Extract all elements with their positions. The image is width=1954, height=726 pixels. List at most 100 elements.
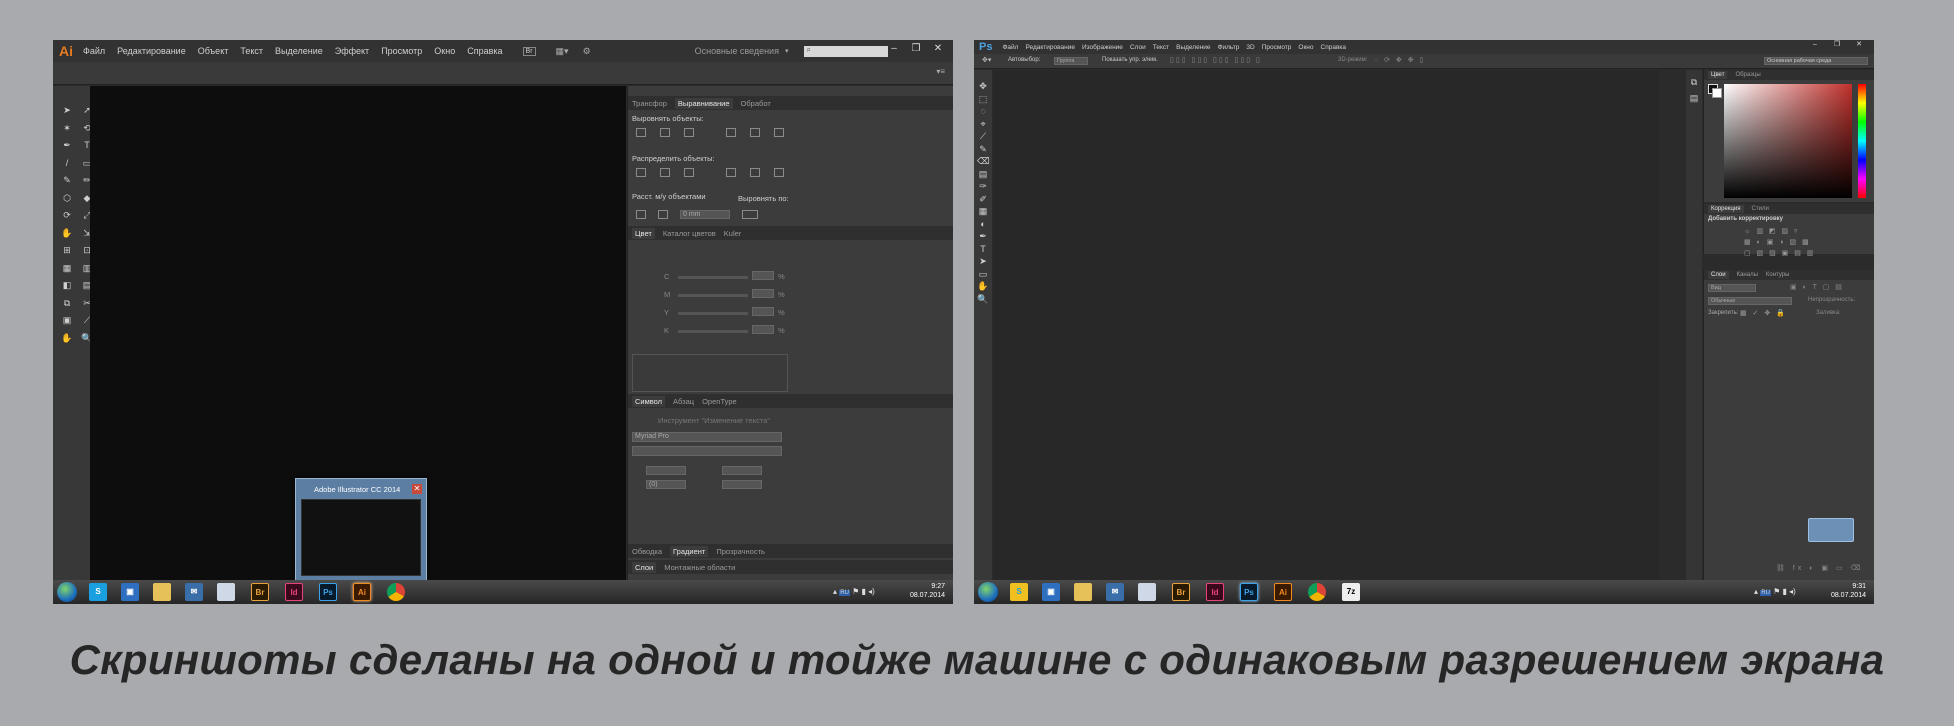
ps-tool-icon[interactable]: ✥ <box>977 80 989 92</box>
tab-paragraph[interactable]: Абзац <box>673 397 694 406</box>
touch-type-tool-label[interactable]: Инструмент "Изменение текста" <box>658 416 770 425</box>
clock[interactable]: 9:27 08.07.2014 <box>910 582 945 600</box>
ai-menu-view[interactable]: Просмотр <box>381 46 422 56</box>
ai-bridge-button[interactable]: Br <box>522 46 536 56</box>
background-color-swatch[interactable] <box>1712 88 1722 98</box>
font-size-field[interactable] <box>646 466 686 475</box>
ai-tool-icon[interactable]: ⟳ <box>61 209 73 221</box>
align-right-icon[interactable] <box>684 128 694 137</box>
properties-icon[interactable]: ▤ <box>1688 92 1700 104</box>
blend-mode-dropdown[interactable]: Обычные <box>1708 297 1792 305</box>
color-spectrum-box[interactable] <box>632 354 788 392</box>
channel-k-field[interactable] <box>752 325 774 334</box>
spacing-value-field[interactable]: 0 mm <box>680 210 730 219</box>
lock-icons[interactable]: ▦ ✓ ✥ 🔒 <box>1740 309 1787 317</box>
tab-transform[interactable]: Трансфор <box>632 99 667 108</box>
ps-tool-icon[interactable]: ⌫ <box>977 155 990 167</box>
tray-icons[interactable]: ▴ RU ⚑ ▮ ◂) <box>1754 587 1796 596</box>
folder-icon[interactable] <box>1074 583 1092 601</box>
font-style-field[interactable] <box>632 446 782 456</box>
windows-start-icon[interactable] <box>57 582 77 602</box>
ps-tool-icon[interactable]: ✐ <box>977 193 989 205</box>
ai-tool-icon[interactable]: ✎ <box>61 174 73 186</box>
distribute-bottom-icon[interactable] <box>684 168 694 177</box>
distribute-hcenter-icon[interactable] <box>750 168 760 177</box>
ai-tool-icon[interactable]: ✶ <box>61 122 73 134</box>
skype-icon[interactable]: S <box>89 583 107 601</box>
photoshop-icon[interactable]: Ps <box>319 583 337 601</box>
ps-tool-icon[interactable]: ⌖ <box>977 118 989 130</box>
channel-k-slider[interactable] <box>678 330 748 333</box>
minimize-button[interactable]: – <box>885 42 903 56</box>
photoshop-icon[interactable]: Ps <box>1240 583 1258 601</box>
illustrator-icon[interactable]: Ai <box>1274 583 1292 601</box>
ai-tool-icon[interactable]: ✒ <box>61 139 73 151</box>
show-controls-checkbox[interactable]: Показать упр. элем. <box>1102 57 1158 63</box>
ps-tool-icon[interactable]: T <box>977 243 989 255</box>
illustrator-icon[interactable]: Ai <box>353 583 371 601</box>
ps-menu-image[interactable]: Изображение <box>1082 44 1123 51</box>
ai-menu-select[interactable]: Выделение <box>275 46 323 56</box>
ps-menu-file[interactable]: Файл <box>1002 44 1018 51</box>
align-vcenter-icon[interactable] <box>750 128 760 137</box>
autoselect-dropdown[interactable]: Группа <box>1054 57 1088 65</box>
kerning-field[interactable] <box>722 480 762 489</box>
tab-opentype[interactable]: OpenType <box>702 397 737 406</box>
ai-tool-icon[interactable]: ⧉ <box>61 297 73 309</box>
ai-tool-icon[interactable]: ▣ <box>61 314 73 326</box>
ps-menu-filter[interactable]: Фильтр <box>1218 44 1240 51</box>
ai-tool-icon[interactable]: ➤ <box>61 104 73 116</box>
close-icon[interactable]: ✕ <box>412 484 422 494</box>
ps-menu-edit[interactable]: Редактирование <box>1025 44 1075 51</box>
ps-tool-icon[interactable]: ⬚ <box>977 93 989 105</box>
indesign-icon[interactable]: Id <box>285 583 303 601</box>
ai-arrange-icon[interactable]: ▦▾ <box>556 46 569 57</box>
ai-tool-icon[interactable]: ✋ <box>61 332 73 344</box>
ps-menu-help[interactable]: Справка <box>1321 44 1347 51</box>
close-button[interactable]: ✕ <box>1850 40 1868 50</box>
ps-menu-window[interactable]: Окно <box>1298 44 1313 51</box>
ps-menu-type[interactable]: Текст <box>1153 44 1169 51</box>
ps-tool-icon[interactable]: ✎ <box>977 143 989 155</box>
ai-menu-edit[interactable]: Редактирование <box>117 46 186 56</box>
spacing-vertical-icon[interactable] <box>636 210 646 219</box>
tab-align[interactable]: Выравнивание <box>674 97 733 109</box>
channel-c-slider[interactable] <box>678 276 748 279</box>
distribute-vcenter-icon[interactable] <box>660 168 670 177</box>
minimize-button[interactable]: – <box>1806 40 1824 50</box>
tab-color[interactable]: Цвет <box>632 227 655 239</box>
distribute-left-icon[interactable] <box>726 168 736 177</box>
language-indicator[interactable]: RU <box>1760 590 1771 596</box>
tab-styles[interactable]: Стили <box>1752 206 1769 212</box>
channel-m-field[interactable] <box>752 289 774 298</box>
notepad-icon[interactable] <box>217 583 235 601</box>
channel-y-slider[interactable] <box>678 312 748 315</box>
restore-button[interactable]: ❐ <box>907 42 925 56</box>
tab-gradient[interactable]: Градиент <box>670 545 709 557</box>
ps-menu-select[interactable]: Выделение <box>1176 44 1210 51</box>
ai-menu-file[interactable]: Файл <box>83 46 105 56</box>
leading-field[interactable]: (0) <box>646 480 686 489</box>
ps-tool-icon[interactable]: ✋ <box>977 280 989 292</box>
history-icon[interactable]: ⧉ <box>1688 76 1700 88</box>
3d-mode-icons[interactable]: ◌ ⟳ ✥ ✥ ▯ <box>1374 56 1425 64</box>
align-to-dropdown[interactable] <box>742 210 758 219</box>
clock[interactable]: 9:31 08.07.2014 <box>1831 582 1866 600</box>
workspace-switcher[interactable]: Основная рабочая среда <box>1764 57 1868 65</box>
tab-kuler[interactable]: Kuler <box>724 229 742 238</box>
bridge-icon[interactable]: Br <box>251 583 269 601</box>
channel-c-field[interactable] <box>752 271 774 280</box>
ps-tool-icon[interactable]: ➤ <box>977 255 989 267</box>
ps-tool-icon[interactable]: ▤ <box>977 168 989 180</box>
tab-layers[interactable]: Слои <box>632 561 657 573</box>
layer-filter-icons[interactable]: ▣ ◐ T ▢ ▤ <box>1790 283 1844 291</box>
ai-menu-type[interactable]: Текст <box>240 46 263 56</box>
save-floppy-icon[interactable]: ▣ <box>1042 583 1060 601</box>
move-tool-icon[interactable]: ✥▾ <box>982 56 991 64</box>
layer-action-icons[interactable]: ⛓ fx ◐ ▣ ▭ ⌫ <box>1776 564 1863 572</box>
ai-tool-icon[interactable]: ⬡ <box>61 192 73 204</box>
indesign-icon[interactable]: Id <box>1206 583 1224 601</box>
notepad-icon[interactable] <box>1138 583 1156 601</box>
ai-tool-icon[interactable]: ◧ <box>61 279 73 291</box>
windows-start-icon[interactable] <box>978 582 998 602</box>
